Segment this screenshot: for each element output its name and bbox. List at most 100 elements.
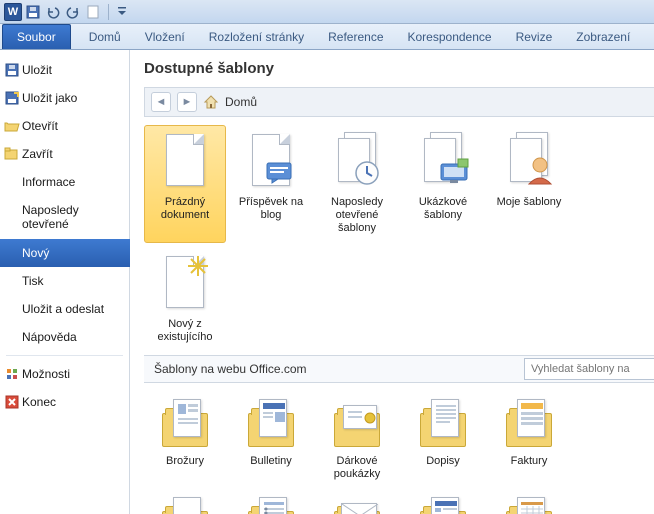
category-blank-document[interactable]: Prázdný dokument xyxy=(144,125,226,243)
app-icon[interactable]: W xyxy=(4,3,22,21)
tab-home[interactable]: Domů xyxy=(77,25,133,49)
category-new-from-existing[interactable]: Nový z existujícího xyxy=(144,247,226,351)
folder-icon xyxy=(243,493,299,514)
tab-references[interactable]: Reference xyxy=(316,25,395,49)
sidebar-item-new[interactable]: Nový xyxy=(0,239,130,267)
template-brochures[interactable]: Brožury xyxy=(144,391,226,485)
backstage-sidebar: Uložit Uložit jako Otevřít Zavřít Inform… xyxy=(0,50,130,514)
sidebar-item-label: Uložit jako xyxy=(22,91,77,105)
title-bar: W xyxy=(0,0,654,24)
category-my-templates[interactable]: Moje šablony xyxy=(488,125,570,243)
template-schedules[interactable]: Rozpisy xyxy=(488,489,570,514)
sidebar-item-help[interactable]: Nápověda xyxy=(0,323,129,351)
folder-icon xyxy=(415,493,471,514)
sidebar-item-options[interactable]: Možnosti xyxy=(0,360,129,388)
folder-icon xyxy=(501,493,557,514)
breadcrumb-home[interactable]: Domů xyxy=(203,94,257,110)
template-invoices[interactable]: Faktury xyxy=(488,391,570,485)
sidebar-item-exit[interactable]: Konec xyxy=(0,388,129,416)
sidebar-item-info[interactable]: Informace xyxy=(0,168,129,196)
qat-customize-icon[interactable] xyxy=(113,3,131,21)
nav-back-button[interactable]: ◄ xyxy=(151,92,171,112)
folder-icon xyxy=(157,493,213,514)
backstage-main: Dostupné šablony ◄ ► Domů Prázdný dokume… xyxy=(130,50,654,514)
template-categories: Prázdný dokument Příspěvek na blog Napos… xyxy=(144,117,654,355)
sidebar-item-label: Uložit xyxy=(22,63,52,77)
home-icon xyxy=(203,94,219,110)
tab-file[interactable]: Soubor xyxy=(2,24,71,49)
category-sample-templates[interactable]: Ukázkové šablony xyxy=(402,125,484,243)
sidebar-item-save[interactable]: Uložit xyxy=(0,56,129,84)
page-title: Dostupné šablony xyxy=(144,60,654,77)
save-icon[interactable] xyxy=(24,3,42,21)
redo-icon[interactable] xyxy=(64,3,82,21)
sidebar-item-label: Tisk xyxy=(22,274,44,288)
sidebar-item-recent[interactable]: Naposledy otevřené xyxy=(0,196,129,239)
open-icon xyxy=(4,118,20,134)
folder-icon xyxy=(415,395,471,451)
search-templates-input[interactable] xyxy=(524,358,654,380)
sidebar-item-label: Konec xyxy=(22,395,56,409)
template-label: Dárkové poukázky xyxy=(318,455,396,481)
template-gift-certificates[interactable]: Dárkové poukázky xyxy=(316,391,398,485)
category-label: Prázdný dokument xyxy=(147,196,223,222)
blog-post-icon xyxy=(244,132,298,192)
folder-icon xyxy=(329,395,385,451)
sidebar-item-close[interactable]: Zavřít xyxy=(0,140,129,168)
tab-insert[interactable]: Vložení xyxy=(133,25,197,49)
sidebar-item-label: Informace xyxy=(22,175,75,189)
sidebar-item-label: Naposledy otevřené xyxy=(22,203,119,232)
template-newsletters[interactable]: Bulletiny xyxy=(230,391,312,485)
category-label: Příspěvek na blog xyxy=(233,196,309,222)
sidebar-separator xyxy=(6,355,123,356)
backstage: Uložit Uložit jako Otevřít Zavřít Inform… xyxy=(0,50,654,514)
my-templates-icon xyxy=(502,132,556,192)
sidebar-item-label: Možnosti xyxy=(22,367,70,381)
category-label: Ukázkové šablony xyxy=(405,196,481,222)
nav-forward-button[interactable]: ► xyxy=(177,92,197,112)
template-minutes[interactable]: Zápisy z jednání xyxy=(230,489,312,514)
category-label: Moje šablony xyxy=(491,196,567,209)
folder-icon xyxy=(329,493,385,514)
ribbon-tabs: Soubor Domů Vložení Rozložení stránky Re… xyxy=(0,24,654,50)
category-blog-post[interactable]: Příspěvek na blog xyxy=(230,125,312,243)
sidebar-item-label: Zavřít xyxy=(22,147,53,161)
blank-doc-icon xyxy=(158,132,212,192)
template-letters[interactable]: Dopisy xyxy=(402,391,484,485)
tab-review[interactable]: Revize xyxy=(504,25,565,49)
template-planners[interactable]: Plánovače xyxy=(402,489,484,514)
sidebar-item-label: Uložit a odeslat xyxy=(22,302,104,316)
template-label: Faktury xyxy=(490,455,568,468)
template-envelopes[interactable]: Obálky xyxy=(316,489,398,514)
save-as-icon xyxy=(4,90,20,106)
qat-separator xyxy=(108,4,109,20)
template-label: Bulletiny xyxy=(232,455,310,468)
sidebar-item-open[interactable]: Otevřít xyxy=(0,112,129,140)
tab-view[interactable]: Zobrazení xyxy=(564,25,642,49)
breadcrumb-label: Domů xyxy=(225,95,257,109)
template-faxes[interactable]: Faxy xyxy=(144,489,226,514)
sidebar-item-save-send[interactable]: Uložit a odeslat xyxy=(0,295,129,323)
sidebar-item-label: Nápověda xyxy=(22,330,77,344)
sidebar-item-label: Otevřít xyxy=(22,119,58,133)
office-templates-title: Šablony na webu Office.com xyxy=(154,362,524,376)
sidebar-item-print[interactable]: Tisk xyxy=(0,267,129,295)
save-icon xyxy=(4,62,20,78)
template-label: Brožury xyxy=(146,455,224,468)
options-icon xyxy=(4,366,20,382)
templates-grid: Brožury Bulletiny Dárkové poukázky xyxy=(144,383,654,514)
sidebar-item-label: Nový xyxy=(22,246,49,260)
sidebar-item-save-as[interactable]: Uložit jako xyxy=(0,84,129,112)
folder-icon xyxy=(157,395,213,451)
exit-icon xyxy=(4,394,20,410)
folder-icon xyxy=(501,395,557,451)
new-doc-icon[interactable] xyxy=(84,3,102,21)
template-label: Dopisy xyxy=(404,455,482,468)
recent-templates-icon xyxy=(330,132,384,192)
new-from-existing-icon xyxy=(158,254,212,314)
category-recent-templates[interactable]: Naposledy otevřené šablony xyxy=(316,125,398,243)
tab-mailings[interactable]: Korespondence xyxy=(396,25,504,49)
folder-icon xyxy=(243,395,299,451)
undo-icon[interactable] xyxy=(44,3,62,21)
tab-layout[interactable]: Rozložení stránky xyxy=(197,25,316,49)
